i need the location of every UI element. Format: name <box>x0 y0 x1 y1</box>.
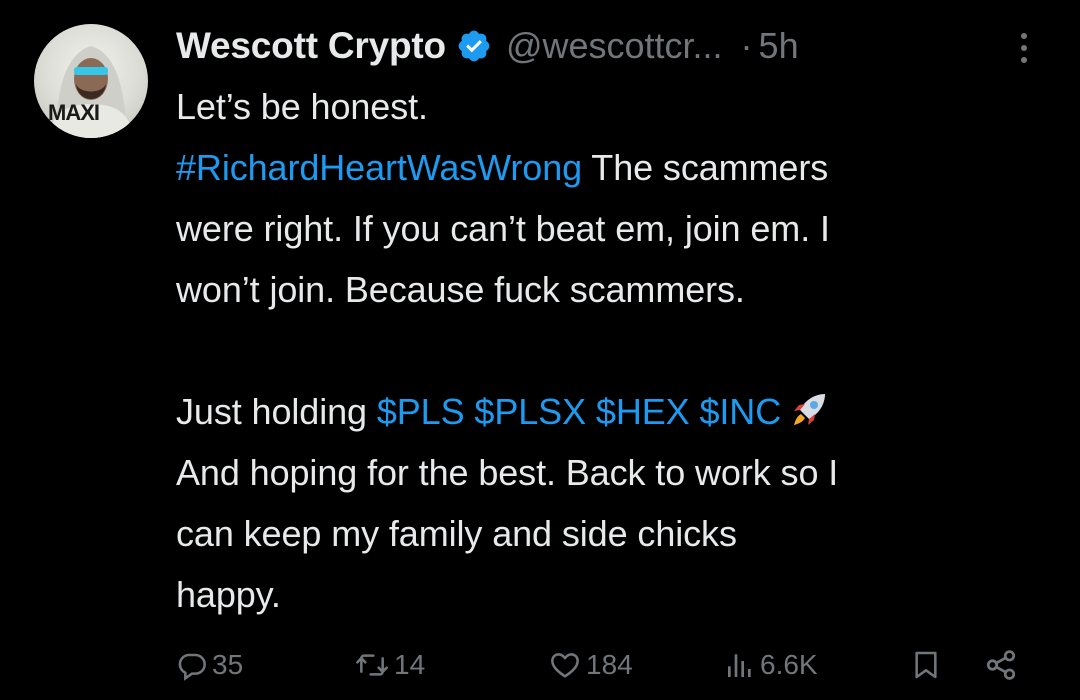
like-count: 184 <box>586 649 633 680</box>
cashtag-link[interactable]: $HEX <box>596 391 690 432</box>
tweet-line: Let’s be honest. <box>176 86 428 127</box>
hashtag-link[interactable]: #RichardHeartWasWrong <box>176 147 582 188</box>
rocket-emoji <box>789 387 829 427</box>
cashtag-link[interactable]: $PLS <box>377 391 465 432</box>
repost-icon <box>354 649 390 681</box>
bookmark-button[interactable] <box>910 640 942 690</box>
views-chart-icon <box>724 649 756 681</box>
repost-count: 14 <box>394 649 426 680</box>
tweet-header: Wescott Crypto @wescottcr... · 5h <box>176 18 799 74</box>
share-icon <box>984 648 1018 682</box>
tweet-line: won’t join. Because fuck scammers. <box>176 269 745 310</box>
tweet-text: Let’s be honest. #RichardHeartWasWrong T… <box>176 76 1056 625</box>
views-button[interactable]: 6.6K <box>724 640 818 690</box>
tweet-line: can keep my family and side chicks <box>176 513 737 554</box>
verified-badge-icon[interactable] <box>456 28 492 64</box>
reply-button[interactable]: 35 <box>176 640 243 690</box>
like-button[interactable]: 184 <box>548 640 633 690</box>
tweet-line: were right. If you can’t beat em, join e… <box>176 208 830 249</box>
reply-count: 35 <box>212 649 244 680</box>
tweet-action-bar: 35 14 184 6.6K <box>176 640 1036 690</box>
more-options-icon[interactable] <box>1014 30 1034 66</box>
author-handle[interactable]: @wescottcr... <box>506 25 723 67</box>
author-display-name[interactable]: Wescott Crypto <box>176 25 446 67</box>
share-button[interactable] <box>984 640 1018 690</box>
views-count: 6.6K <box>760 649 818 680</box>
tweet-line: happy. <box>176 574 281 615</box>
tweet[interactable]: MAXI Wescott Crypto @wescottcr... · 5h Le… <box>0 0 1080 700</box>
bookmark-icon <box>910 648 942 682</box>
tweet-line: #RichardHeartWasWrong The scammers <box>176 137 1056 198</box>
tweet-text-segment: Just holding <box>176 391 377 432</box>
reply-icon <box>176 649 208 681</box>
timestamp-separator: · <box>740 25 753 66</box>
heart-icon <box>548 649 582 681</box>
tweet-line: And hoping for the best. Back to work so… <box>176 452 839 493</box>
tweet-timestamp[interactable]: · 5h <box>741 25 799 67</box>
avatar-logo-text: MAXI <box>48 100 100 125</box>
repost-button[interactable]: 14 <box>354 640 425 690</box>
cashtag-link[interactable]: $INC <box>699 391 781 432</box>
avatar[interactable]: MAXI <box>34 24 148 138</box>
tweet-line: Just holding $PLS $PLSX $HEX $INC <box>176 381 1056 442</box>
timestamp-value: 5h <box>758 25 799 66</box>
cashtag-link[interactable]: $PLSX <box>474 391 586 432</box>
tweet-text-segment: The scammers <box>582 147 829 188</box>
